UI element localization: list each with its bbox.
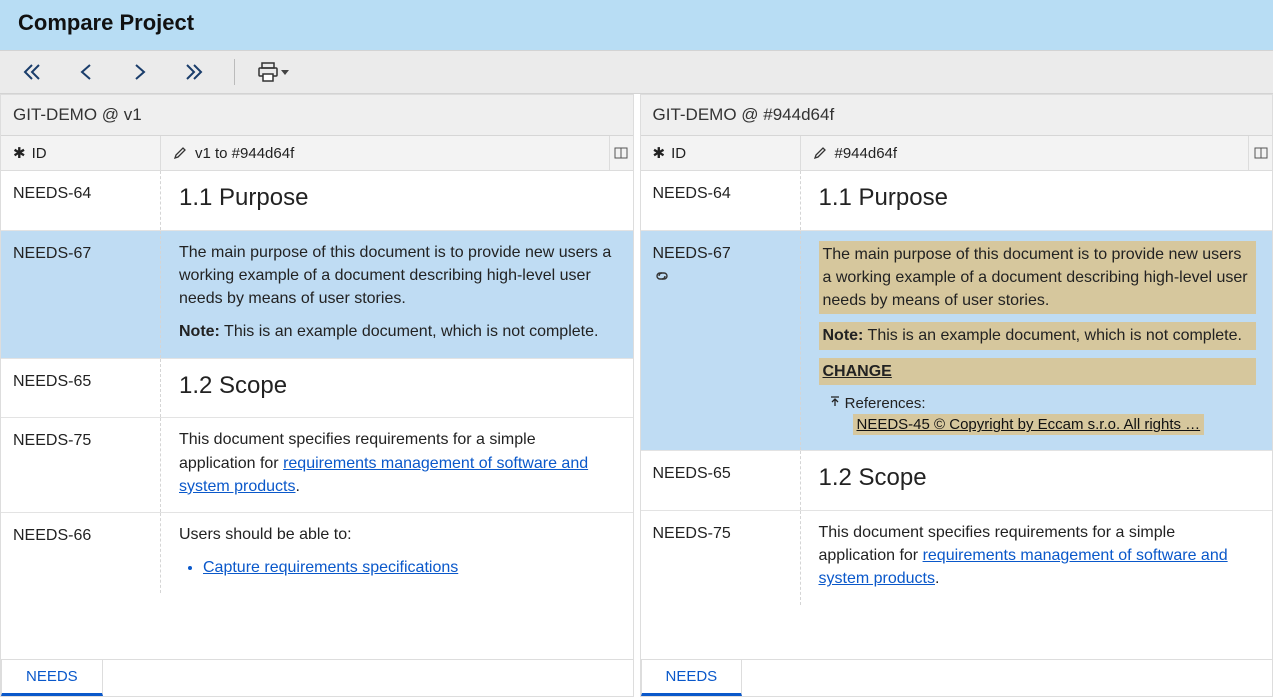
table-row[interactable]: NEEDS-65 1.2 Scope <box>1 359 633 419</box>
change-label: CHANGE <box>823 363 892 380</box>
row-id: NEEDS-64 <box>1 171 161 230</box>
row-text-after: . <box>935 570 939 587</box>
first-diff-button[interactable] <box>14 57 50 87</box>
tab-needs[interactable]: NEEDS <box>641 659 743 696</box>
right-grid-header: ✱ ID #944d64f <box>641 136 1273 171</box>
table-row[interactable]: NEEDS-67 The main purpose of this docume… <box>641 231 1273 451</box>
note-label: Note: <box>823 327 864 344</box>
asterisk-icon: ✱ <box>653 144 666 162</box>
table-row[interactable]: NEEDS-65 1.2 Scope <box>641 451 1273 511</box>
row-id: NEEDS-64 <box>641 171 801 230</box>
row-id: NEEDS-66 <box>1 513 161 593</box>
row-heading: 1.1 Purpose <box>819 184 948 211</box>
row-id: NEEDS-67 <box>1 231 161 358</box>
table-row[interactable]: NEEDS-64 1.1 Purpose <box>1 171 633 231</box>
left-grid-header: ✱ ID v1 to #944d64f <box>1 136 633 171</box>
row-heading: 1.2 Scope <box>819 464 927 491</box>
tab-needs[interactable]: NEEDS <box>1 659 103 696</box>
table-row[interactable]: NEEDS-66 Users should be able to: Captur… <box>1 513 633 593</box>
reference-link[interactable]: NEEDS-45 © Copyright by Eccam s.r.o. All… <box>857 416 1201 433</box>
right-pane-header: GIT-DEMO @ #944d64f <box>641 95 1273 136</box>
row-id: NEEDS-67 <box>641 231 801 450</box>
print-button[interactable] <box>257 62 289 82</box>
row-id: NEEDS-65 <box>641 451 801 510</box>
note-label: Note: <box>179 323 220 340</box>
last-diff-button[interactable] <box>176 57 212 87</box>
toolbar-separator <box>234 59 235 85</box>
table-row[interactable]: NEEDS-75 This document specifies require… <box>641 511 1273 605</box>
left-pane-header: GIT-DEMO @ v1 <box>1 95 633 136</box>
pencil-icon <box>173 146 187 160</box>
row-heading: 1.2 Scope <box>179 372 287 399</box>
link-icon <box>653 269 788 283</box>
diff-body: The main purpose of this document is to … <box>819 241 1257 315</box>
list-item-link[interactable]: Capture requirements specifications <box>203 559 458 576</box>
prev-diff-button[interactable] <box>68 57 104 87</box>
right-tabs: NEEDS <box>641 659 1273 696</box>
column-picker-button[interactable] <box>1248 136 1272 170</box>
right-pane: GIT-DEMO @ #944d64f ✱ ID #944d64f NEEDS-… <box>640 94 1273 697</box>
references-label: References: <box>845 395 926 412</box>
page-title: Compare Project <box>0 0 1273 50</box>
left-grid-body[interactable]: NEEDS-64 1.1 Purpose NEEDS-67 The main p… <box>1 171 633 659</box>
row-text-after: . <box>295 478 299 495</box>
table-row[interactable]: NEEDS-67 The main purpose of this docume… <box>1 231 633 359</box>
row-heading: 1.1 Purpose <box>179 184 308 211</box>
up-arrow-icon <box>829 396 841 408</box>
toolbar <box>0 50 1273 94</box>
note-text: This is an example document, which is no… <box>868 327 1242 344</box>
left-pane: GIT-DEMO @ v1 ✱ ID v1 to #944d64f NEEDS-… <box>0 94 634 697</box>
row-lead: Users should be able to: <box>179 523 617 546</box>
asterisk-icon: ✱ <box>13 144 26 162</box>
id-col-label: ID <box>671 145 686 162</box>
desc-col-label: v1 to #944d64f <box>195 145 294 162</box>
pencil-icon <box>813 146 827 160</box>
id-col-label: ID <box>32 145 47 162</box>
note-text: This is an example document, which is no… <box>224 323 598 340</box>
row-id: NEEDS-75 <box>641 511 801 605</box>
table-row[interactable]: NEEDS-75 This document specifies require… <box>1 418 633 513</box>
row-id: NEEDS-65 <box>1 359 161 418</box>
table-row[interactable]: NEEDS-64 1.1 Purpose <box>641 171 1273 231</box>
row-id: NEEDS-75 <box>1 418 161 512</box>
caret-down-icon <box>281 70 289 75</box>
column-picker-button[interactable] <box>609 136 633 170</box>
row-body: The main purpose of this document is to … <box>179 241 617 311</box>
left-tabs: NEEDS <box>1 659 633 696</box>
next-diff-button[interactable] <box>122 57 158 87</box>
desc-col-label: #944d64f <box>835 145 898 162</box>
right-grid-body[interactable]: NEEDS-64 1.1 Purpose NEEDS-67 The main p… <box>641 171 1273 659</box>
